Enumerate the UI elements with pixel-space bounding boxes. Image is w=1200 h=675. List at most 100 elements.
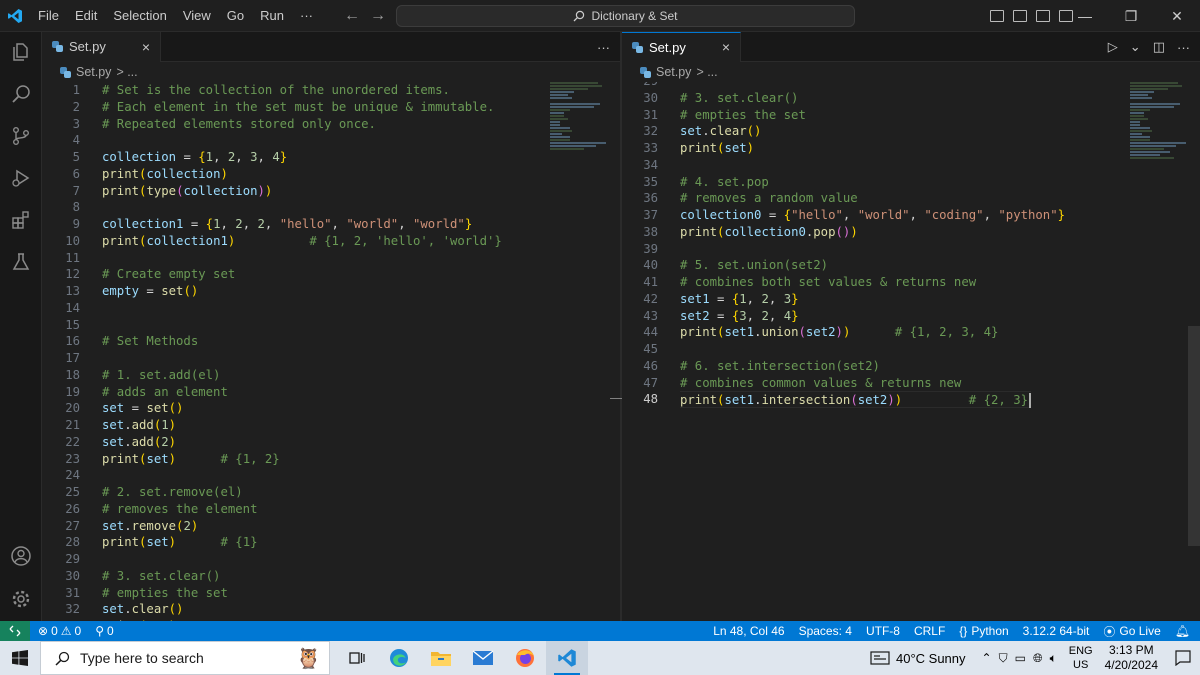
toggle-panel-icon[interactable] bbox=[1013, 10, 1027, 22]
code-line[interactable]: 24 bbox=[42, 467, 620, 484]
testing-icon[interactable] bbox=[9, 250, 33, 274]
toggle-secondary-sidebar-icon[interactable] bbox=[1036, 10, 1050, 22]
encoding[interactable]: UTF-8 bbox=[866, 624, 900, 638]
ports-indicator[interactable]: ⚲ 0 bbox=[95, 624, 113, 638]
language-mode[interactable]: {} Python bbox=[959, 624, 1008, 638]
clock[interactable]: 3:13 PM 4/20/2024 bbox=[1105, 643, 1158, 673]
code-line[interactable]: 39 bbox=[622, 241, 1200, 258]
breadcrumb-file[interactable]: Set.py bbox=[76, 65, 111, 79]
code-line[interactable]: 43 set2 = {3, 2, 4} bbox=[622, 308, 1200, 325]
more-actions-icon[interactable]: ··· bbox=[597, 40, 610, 55]
close-tab-icon[interactable]: × bbox=[722, 39, 730, 55]
code-editor-right[interactable]: 2930# 3. set.clear()31# empties the set3… bbox=[622, 82, 1200, 621]
go-live-button[interactable]: ⦿ Go Live bbox=[1103, 623, 1160, 640]
vscode-logo[interactable] bbox=[0, 0, 30, 32]
code-line[interactable]: 13 empty = set() bbox=[42, 283, 620, 300]
windows-start-icon[interactable] bbox=[0, 641, 40, 675]
code-line[interactable]: 34 bbox=[622, 157, 1200, 174]
code-line[interactable]: 45 bbox=[622, 341, 1200, 358]
code-line[interactable]: 26 # removes the element bbox=[42, 501, 620, 518]
code-line[interactable]: 15 bbox=[42, 317, 620, 334]
minimap-left[interactable] bbox=[550, 82, 608, 192]
vertical-scrollbar[interactable] bbox=[1188, 82, 1200, 621]
close-icon[interactable]: ✕ bbox=[1154, 8, 1200, 25]
code-line[interactable]: 11 bbox=[42, 250, 620, 267]
run-debug-icon[interactable] bbox=[9, 166, 33, 190]
code-line[interactable]: 38 print(collection0.pop()) bbox=[622, 224, 1200, 241]
command-center-search[interactable]: Dictionary & Set bbox=[396, 5, 855, 27]
menu-file[interactable]: File bbox=[30, 0, 67, 32]
explorer-icon[interactable] bbox=[9, 40, 33, 64]
code-line[interactable]: 35 # 4. set.pop bbox=[622, 174, 1200, 191]
code-line[interactable]: 17 bbox=[42, 350, 620, 367]
code-line[interactable]: 44 print(set1.union(set2)) # {1, 2, 3, 4} bbox=[622, 324, 1200, 341]
forward-arrow-icon[interactable]: → bbox=[370, 7, 386, 25]
scrollbar-thumb[interactable] bbox=[1188, 326, 1200, 546]
file-explorer-icon[interactable] bbox=[420, 641, 462, 675]
breadcrumb-file[interactable]: Set.py bbox=[656, 65, 691, 79]
code-line[interactable]: 14 bbox=[42, 300, 620, 317]
menu-view[interactable]: View bbox=[175, 0, 219, 32]
indentation[interactable]: Spaces: 4 bbox=[799, 624, 852, 638]
code-line[interactable]: 25 # 2. set.remove(el) bbox=[42, 484, 620, 501]
code-line[interactable]: 30 # 3. set.clear() bbox=[622, 90, 1200, 107]
end-of-line[interactable]: CRLF bbox=[914, 624, 945, 638]
code-line[interactable]: 31 # empties the set bbox=[42, 585, 620, 602]
task-view-icon[interactable] bbox=[336, 641, 378, 675]
code-line[interactable]: 33 print(set) bbox=[622, 140, 1200, 157]
network-globe-icon[interactable]: 🌐︎ bbox=[1033, 651, 1043, 666]
code-line[interactable]: 2 # Each element in the set must be uniqu… bbox=[42, 99, 620, 116]
code-line[interactable]: 3 # Repeated elements stored only once. bbox=[42, 116, 620, 133]
code-line[interactable]: 23 print(set) # {1, 2} bbox=[42, 451, 620, 468]
code-line[interactable]: 42 set1 = {1, 2, 3} bbox=[622, 291, 1200, 308]
vscode-taskbar-icon[interactable] bbox=[546, 641, 588, 675]
security-icon[interactable]: ⛉ bbox=[999, 651, 1008, 666]
code-editor-left[interactable]: 1 # Set is the collection of the unordere… bbox=[42, 82, 620, 621]
notifications-bell-icon[interactable]: 🔔︎ bbox=[1175, 624, 1190, 638]
extensions-icon[interactable] bbox=[9, 208, 33, 232]
toggle-primary-sidebar-icon[interactable] bbox=[990, 10, 1004, 22]
menu-go[interactable]: Go bbox=[219, 0, 252, 32]
menu-run[interactable]: Run bbox=[252, 0, 292, 32]
code-line[interactable]: 41 # combines both set values & returns n… bbox=[622, 274, 1200, 291]
split-editor-icon[interactable]: ◫ bbox=[1153, 39, 1165, 55]
code-line[interactable]: 28 print(set) # {1} bbox=[42, 534, 620, 551]
code-line[interactable]: 30 # 3. set.clear() bbox=[42, 568, 620, 585]
more-actions-icon[interactable]: ··· bbox=[1177, 40, 1190, 55]
code-line[interactable]: 16 # Set Methods bbox=[42, 333, 620, 350]
code-line[interactable]: 22 set.add(2) bbox=[42, 434, 620, 451]
code-line[interactable]: 31 # empties the set bbox=[622, 107, 1200, 124]
code-line[interactable]: 32 set.clear() bbox=[622, 123, 1200, 140]
code-line[interactable]: 32 set.clear() bbox=[42, 601, 620, 618]
firefox-icon[interactable] bbox=[504, 641, 546, 675]
code-line[interactable]: 20 set = set() bbox=[42, 400, 620, 417]
close-tab-icon[interactable]: × bbox=[142, 39, 150, 55]
restore-icon[interactable]: ❐ bbox=[1108, 8, 1154, 25]
code-line[interactable]: 37 collection0 = {"hello", "world", "codi… bbox=[622, 207, 1200, 224]
language-indicator[interactable]: ENG US bbox=[1069, 644, 1093, 672]
code-line[interactable]: 36 # removes a random value bbox=[622, 190, 1200, 207]
taskbar-search-box[interactable]: Type here to search 🦉 bbox=[40, 641, 330, 675]
notification-center-icon[interactable] bbox=[1172, 650, 1194, 666]
code-line[interactable]: 48 print(set1.intersection(set2)) # {2, 3… bbox=[622, 391, 1200, 409]
menu-edit[interactable]: Edit bbox=[67, 0, 105, 32]
menu-selection[interactable]: Selection bbox=[105, 0, 174, 32]
minimap-right[interactable] bbox=[1130, 82, 1188, 192]
code-line[interactable]: 5 collection = {1, 2, 3, 4} bbox=[42, 149, 620, 166]
minimize-icon[interactable]: — bbox=[1062, 8, 1108, 24]
code-line[interactable]: 46 # 6. set.intersection(set2) bbox=[622, 358, 1200, 375]
code-line[interactable]: 8 bbox=[42, 199, 620, 216]
chevron-up-icon[interactable]: ⌃ bbox=[982, 651, 992, 665]
code-line[interactable]: 12 # Create empty set bbox=[42, 266, 620, 283]
problems-indicator[interactable]: ⊗ 0 ⚠ 0 bbox=[38, 624, 81, 638]
code-line[interactable]: 21 set.add(1) bbox=[42, 417, 620, 434]
code-line[interactable]: 9 collection1 = {1, 2, 2, "hello", "world… bbox=[42, 216, 620, 233]
run-dropdown-icon[interactable]: ⌄ bbox=[1130, 39, 1141, 55]
code-line[interactable]: 7 print(type(collection)) bbox=[42, 183, 620, 200]
volume-icon[interactable]: 🔈︎ bbox=[1050, 651, 1057, 666]
mail-icon[interactable] bbox=[462, 641, 504, 675]
code-line[interactable]: 6 print(collection) bbox=[42, 166, 620, 183]
menu-more[interactable]: ··· bbox=[292, 0, 321, 32]
code-line[interactable]: 40 # 5. set.union(set2) bbox=[622, 257, 1200, 274]
run-python-file-icon[interactable]: ▷ bbox=[1108, 39, 1118, 55]
